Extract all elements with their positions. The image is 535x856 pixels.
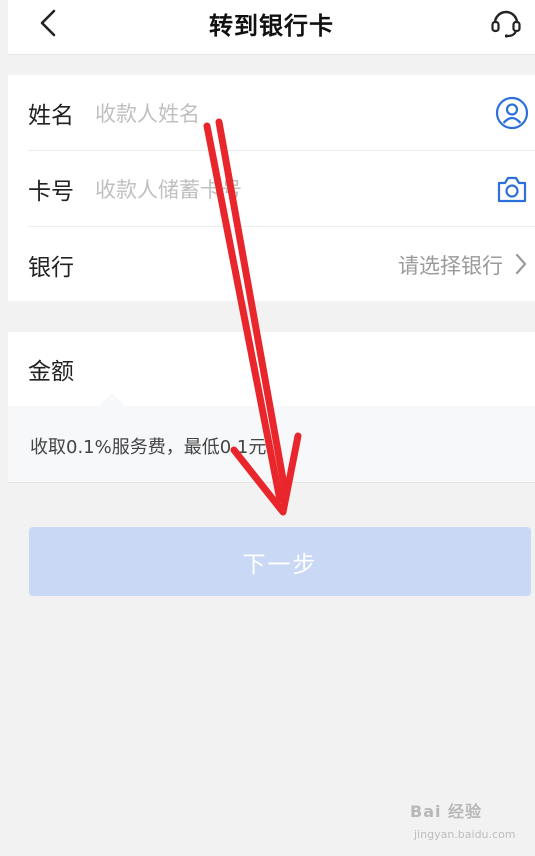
chevron-right-icon bbox=[515, 253, 527, 275]
page-title: 转到银行卡 bbox=[209, 12, 334, 40]
watermark-logo: Bai 经验 bbox=[410, 802, 483, 821]
recipient-form: 姓名 收款人姓名 卡号 收款人储蓄卡号 银行 请选择银行 bbox=[8, 75, 535, 301]
card-number-label: 卡号 bbox=[28, 178, 74, 205]
top-bar: 转到银行卡 bbox=[8, 0, 535, 55]
bank-label: 银行 bbox=[28, 254, 74, 281]
fee-notice: 收取0.1%服务费，最低0.1元 bbox=[30, 437, 267, 458]
fee-notice-box: 收取0.1%服务费，最低0.1元 bbox=[8, 393, 535, 483]
contact-icon[interactable] bbox=[495, 96, 529, 130]
headset-icon bbox=[491, 10, 521, 38]
bank-row[interactable]: 银行 请选择银行 bbox=[8, 227, 535, 302]
bank-select[interactable]: 请选择银行 bbox=[398, 250, 503, 280]
amount-row[interactable]: 金额 bbox=[8, 332, 535, 406]
name-label: 姓名 bbox=[28, 102, 74, 129]
name-row[interactable]: 姓名 收款人姓名 bbox=[8, 75, 535, 150]
camera-icon[interactable] bbox=[495, 172, 529, 206]
watermark-url: jingyan.baidu.com bbox=[414, 828, 516, 841]
name-input[interactable]: 收款人姓名 bbox=[95, 98, 200, 128]
customer-service-button[interactable] bbox=[489, 5, 523, 39]
card-number-input[interactable]: 收款人储蓄卡号 bbox=[95, 174, 242, 204]
card-number-row[interactable]: 卡号 收款人储蓄卡号 bbox=[8, 151, 535, 226]
amount-section: 金额 bbox=[8, 332, 535, 406]
watermark: Bai 经验 jingyan.baidu.com bbox=[402, 794, 522, 850]
next-step-button[interactable]: 下一步 bbox=[29, 527, 531, 596]
amount-label: 金额 bbox=[28, 359, 74, 385]
